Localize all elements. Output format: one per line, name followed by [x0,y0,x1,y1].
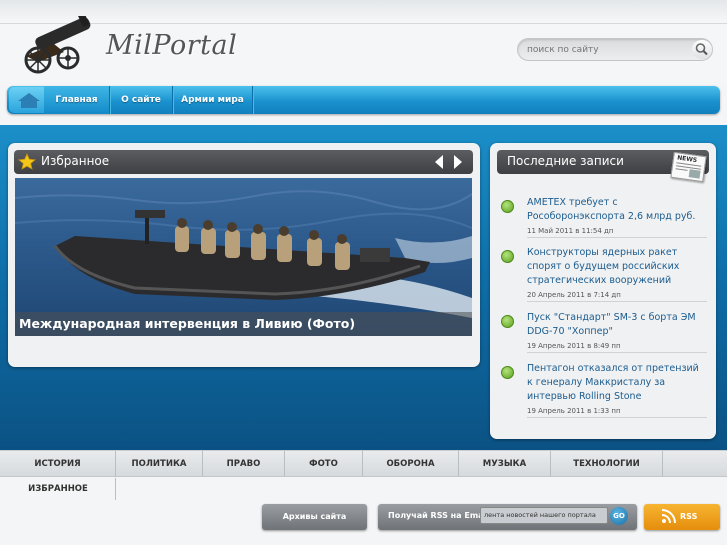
rss-button[interactable]: RSS [644,504,720,530]
site-logo[interactable]: MilPortal [16,16,238,76]
rss-label: RSS [680,512,698,521]
nav-item-home[interactable]: Главная [44,86,110,114]
post-date: 19 Апрель 2011 в 8:49 пп [527,342,707,353]
featured-header: Избранное [14,150,473,174]
category-music[interactable]: МУЗЫКА [459,451,551,477]
post-title[interactable]: Пуск "Стандарт" SM-3 с борта ЭМ DDG-70 "… [527,311,707,339]
search-icon [695,43,708,56]
post-title[interactable]: Конструкторы ядерных ракет спорят о буду… [527,246,707,288]
bullet-icon [501,200,514,213]
nav-item-about[interactable]: О сайте [110,86,173,114]
category-technology[interactable]: ТЕХНОЛОГИИ [551,451,663,477]
next-arrow-icon[interactable] [452,154,464,170]
news-icon: NEWS [670,151,707,183]
post-title[interactable]: Пентагон отказался от претензий к генера… [527,362,707,404]
post-date: 19 Апрель 2011 в 1:33 пп [527,407,707,418]
archive-button[interactable]: Архивы сайта [262,504,367,530]
rss-email-box: Получай RSS на Email лента новостей наше… [378,504,637,530]
bullet-icon [501,315,514,328]
search-button[interactable] [692,40,712,59]
recent-post: AMETEX требует с Рособоронэкспорта 2,6 м… [501,196,707,238]
prev-arrow-icon[interactable] [433,154,445,170]
recent-posts-title: Последние записи [507,154,624,168]
post-date: 11 Май 2011 в 11:54 дп [527,227,707,238]
bullet-icon [501,366,514,379]
category-bar: ИСТОРИЯ ПОЛИТИКА ПРАВО ФОТО ОБОРОНА МУЗЫ… [0,450,727,477]
search-box [517,38,713,61]
featured-image[interactable]: Международная интервенция в Ливию (Фото) [15,178,472,336]
recent-post: Пуск "Стандарт" SM-3 с борта ЭМ DDG-70 "… [501,311,707,353]
rss-email-label: Получай RSS на Email [388,511,490,520]
cannon-icon [24,16,91,74]
post-date: 20 Апрель 2011 в 7:14 дп [527,291,707,302]
featured-title: Избранное [41,154,110,168]
category-favorites[interactable]: ИЗБРАННОЕ [0,478,116,500]
email-field[interactable]: лента новостей нашего портала [480,507,608,524]
category-photo[interactable]: ФОТО [285,451,363,477]
go-button[interactable]: GO [610,507,628,525]
category-bar-row2: ИЗБРАННОЕ [0,478,116,500]
rss-icon [661,509,676,524]
category-history[interactable]: ИСТОРИЯ [0,451,116,477]
recent-post: Пентагон отказался от претензий к генера… [501,362,707,418]
featured-caption[interactable]: Международная интервенция в Ливию (Фото) [15,312,472,336]
home-button[interactable] [9,87,49,113]
logo-text: MilPortal [106,30,238,61]
home-icon [18,93,40,108]
nav-item-armies[interactable]: Армии мира [173,86,253,114]
recent-post: Конструкторы ядерных ракет спорят о буду… [501,246,707,304]
main-nav: Главная О сайте Армии мира [7,86,720,114]
feed-label: лента новостей нашего портала [484,511,596,519]
category-politics[interactable]: ПОЛИТИКА [116,451,203,477]
category-defense[interactable]: ОБОРОНА [363,451,459,477]
category-law[interactable]: ПРАВО [203,451,285,477]
bullet-icon [501,250,514,263]
star-icon [18,153,36,170]
post-title[interactable]: AMETEX требует с Рособоронэкспорта 2,6 м… [527,196,707,224]
search-input[interactable] [527,42,687,58]
